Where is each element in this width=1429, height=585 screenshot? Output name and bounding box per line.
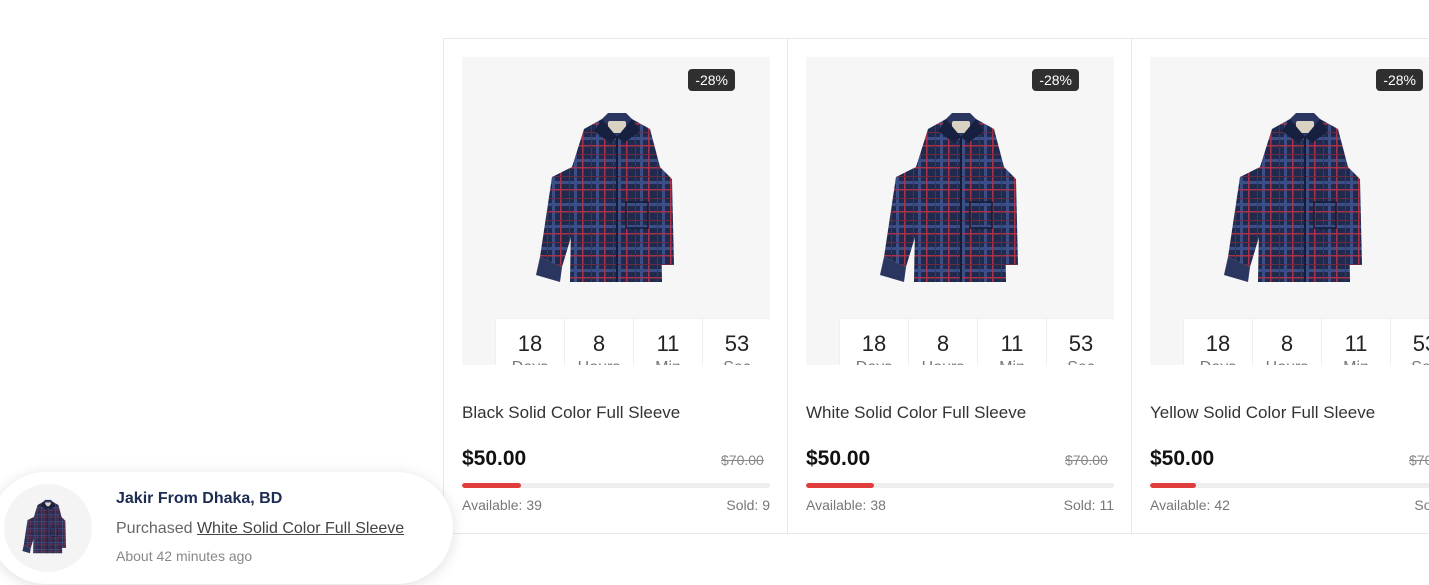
product-old-price: $70.00 <box>1409 452 1429 468</box>
product-title-link[interactable]: Yellow Solid Color Full Sleeve <box>1150 403 1375 423</box>
countdown-hours: 8Hours <box>1253 319 1322 365</box>
product-price: $50.00 <box>806 447 871 470</box>
countdown-value: 11 <box>656 331 680 356</box>
stock-progress-bar <box>1150 483 1429 488</box>
stock-progress-bar <box>806 483 1114 488</box>
product-old-price: $70.00 <box>1065 452 1108 468</box>
countdown-value: 53 <box>1068 331 1094 356</box>
countdown-label: Hours <box>578 357 621 365</box>
plaid-shirt-thumbnail <box>22 499 66 554</box>
countdown-value: 18 <box>1205 331 1231 356</box>
countdown-days: 18Days <box>496 319 565 365</box>
countdown-label: Hours <box>922 357 965 365</box>
stock-progress-fill <box>1150 483 1197 488</box>
plaid-shirt-image <box>536 113 674 282</box>
countdown-label: Sec <box>723 357 751 365</box>
countdown-seconds: 53Sec <box>703 319 770 365</box>
countdown-timer: 18Days 8Hours 11Min 53Sec <box>840 319 1114 365</box>
sold-count: Sold: 9 <box>726 497 770 513</box>
countdown-label: Hours <box>1266 357 1309 365</box>
purchase-time: About 42 minutes ago <box>116 548 253 564</box>
countdown-value: 18 <box>517 331 543 356</box>
product-image[interactable]: -28% 18Days 8Hours 11Min 53Sec <box>462 57 770 365</box>
product-card[interactable]: -28% 18Days 8Hours 11Min 53Sec White Sol… <box>787 39 1131 533</box>
product-price: $50.00 <box>462 447 527 470</box>
countdown-value: 8 <box>936 331 950 356</box>
countdown-label: Days <box>512 357 548 365</box>
countdown-value: 11 <box>1344 331 1368 356</box>
toast-product-image[interactable] <box>4 484 92 572</box>
stock-info: Available: 39 Sold: 9 <box>462 497 770 513</box>
countdown-hours: 8Hours <box>565 319 634 365</box>
countdown-label: Sec <box>1411 357 1429 365</box>
product-old-price: $70.00 <box>721 452 764 468</box>
countdown-seconds: 53Sec <box>1047 319 1114 365</box>
sold-count: Sold: 11 <box>1063 497 1114 513</box>
product-price: $50.00 <box>1150 447 1215 470</box>
stock-info: Available: 38 Sold: 11 <box>806 497 1114 513</box>
countdown-label: Sec <box>1067 357 1095 365</box>
product-image[interactable]: -28% 18Days 8Hours 11Min 53Sec <box>1150 57 1429 365</box>
countdown-label: Min <box>1343 357 1369 365</box>
countdown-value: 18 <box>861 331 887 356</box>
available-count: Available: 39 <box>462 497 542 513</box>
product-image[interactable]: -28% 18Days 8Hours 11Min 53Sec <box>806 57 1114 365</box>
discount-badge: -28% <box>1376 69 1423 91</box>
countdown-value: 8 <box>592 331 606 356</box>
countdown-days: 18Days <box>840 319 909 365</box>
product-title-link[interactable]: White Solid Color Full Sleeve <box>806 403 1026 423</box>
buyer-name: Jakir From Dhaka, BD <box>116 490 283 507</box>
available-count: Available: 38 <box>806 497 886 513</box>
purchase-line: Purchased White Solid Color Full Sleeve <box>116 520 404 538</box>
recent-purchase-popup[interactable]: Jakir From Dhaka, BD Purchased White Sol… <box>0 472 453 584</box>
countdown-label: Days <box>856 357 892 365</box>
product-title-link[interactable]: Black Solid Color Full Sleeve <box>462 403 680 423</box>
plaid-shirt-image <box>880 113 1018 282</box>
sold-count: Sold: 7 <box>1414 497 1429 513</box>
product-card[interactable]: -28% 18Days 8Hours 11Min 53Sec Yellow So… <box>1131 39 1429 533</box>
discount-badge: -28% <box>688 69 735 91</box>
countdown-hours: 8Hours <box>909 319 978 365</box>
countdown-minutes: 11Min <box>1322 319 1391 365</box>
stock-info: Available: 42 Sold: 7 <box>1150 497 1429 513</box>
countdown-value: 8 <box>1280 331 1294 356</box>
stock-progress-bar <box>462 483 770 488</box>
countdown-value: 11 <box>1000 331 1024 356</box>
available-count: Available: 42 <box>1150 497 1230 513</box>
product-carousel: -28% 18Days 8Hours 11Min 53Sec Black Sol… <box>443 38 1429 534</box>
countdown-timer: 18Days 8Hours 11Min 53Sec <box>496 319 770 365</box>
plaid-shirt-image <box>1224 113 1362 282</box>
purchased-product-link[interactable]: White Solid Color Full Sleeve <box>197 520 404 538</box>
countdown-value: 53 <box>724 331 750 356</box>
countdown-label: Min <box>655 357 681 365</box>
countdown-days: 18Days <box>1184 319 1253 365</box>
countdown-timer: 18Days 8Hours 11Min 53Sec <box>1184 319 1429 365</box>
discount-badge: -28% <box>1032 69 1079 91</box>
countdown-label: Days <box>1200 357 1236 365</box>
countdown-minutes: 11Min <box>978 319 1047 365</box>
stock-progress-fill <box>806 483 874 488</box>
countdown-seconds: 53Sec <box>1391 319 1429 365</box>
countdown-label: Min <box>999 357 1025 365</box>
purchased-label: Purchased <box>116 520 193 537</box>
stock-progress-fill <box>462 483 521 488</box>
countdown-minutes: 11Min <box>634 319 703 365</box>
product-card[interactable]: -28% 18Days 8Hours 11Min 53Sec Black Sol… <box>443 39 787 533</box>
countdown-value: 53 <box>1412 331 1429 356</box>
